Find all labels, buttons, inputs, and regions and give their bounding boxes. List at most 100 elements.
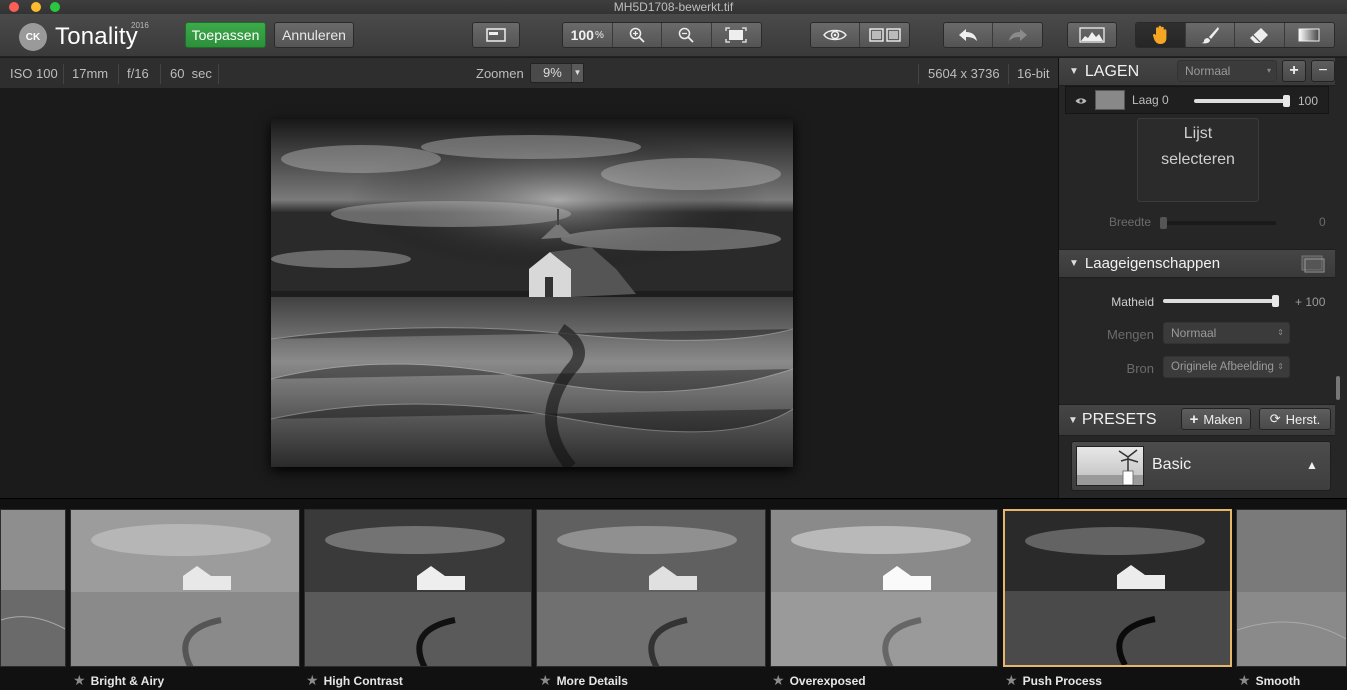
make-preset-button[interactable]: + Maken: [1181, 408, 1251, 430]
presets-title: PRESETS: [1081, 411, 1157, 428]
list-select-line1: Lijst: [1183, 125, 1213, 142]
star-icon[interactable]: ★: [73, 672, 86, 689]
opacity-value: + 100: [1295, 295, 1326, 309]
fit-to-screen-icon[interactable]: [711, 23, 761, 47]
zoom-select[interactable]: 9% ▼: [530, 63, 584, 83]
gradient-tool-icon[interactable]: [1284, 23, 1334, 47]
list-select-button[interactable]: Lijst selecteren: [1137, 118, 1259, 202]
preset-thumbnail[interactable]: [0, 509, 66, 667]
chevron-down-icon: ▾: [1266, 66, 1271, 75]
chevron-down-icon: ▼: [571, 64, 583, 82]
zoom-group: 100%: [562, 22, 762, 48]
split-view-icon[interactable]: [473, 23, 519, 47]
redo-icon[interactable]: [993, 23, 1042, 47]
layer-opacity-value: 100: [1298, 94, 1319, 108]
preset-filmstrip: ★ Bright & Airy ★ High Contrast ★ More Deta…: [0, 498, 1347, 690]
split-view-group: [472, 22, 520, 48]
preset-label[interactable]: ★ Overexposed: [772, 672, 866, 689]
panel-scrollbar[interactable]: [1336, 376, 1340, 400]
preset-label[interactable]: ★ Push Process: [1005, 672, 1102, 689]
preset-category-card[interactable]: Basic ▲: [1071, 441, 1331, 491]
updown-chevron-icon: ⇕: [1277, 362, 1284, 371]
preset-category-name: Basic: [1152, 456, 1192, 473]
preset-thumbnail[interactable]: [70, 509, 300, 667]
app-name: Tonality: [55, 23, 138, 50]
collapse-triangle-icon: ▼: [1069, 258, 1079, 269]
layer-mask-icon[interactable]: [1301, 255, 1325, 276]
layer-blend-mode-value: Normaal: [1185, 64, 1231, 78]
layer-properties-header[interactable]: ▼ Laageigenschappen: [1059, 249, 1335, 278]
preset-thumbnail[interactable]: [1236, 509, 1347, 667]
preview-eye-icon[interactable]: [811, 23, 861, 47]
focal-length-value: 17mm: [72, 66, 109, 81]
refresh-icon: ⟳: [1269, 411, 1281, 426]
preset-thumbnail[interactable]: [536, 509, 766, 667]
opacity-slider[interactable]: [1163, 295, 1279, 307]
info-divider: [1008, 64, 1009, 84]
zoom-100-button[interactable]: 100%: [563, 23, 613, 47]
undo-icon[interactable]: [944, 23, 994, 47]
image-dimensions: 5604 x 3736: [928, 66, 1000, 81]
width-slider[interactable]: [1160, 217, 1276, 229]
right-panel: ▼ LAGEN Normaal ▾ + − Laag 0 100 Lijst s…: [1058, 58, 1347, 498]
eraser-tool-icon[interactable]: [1235, 23, 1285, 47]
slider-handle[interactable]: [1283, 95, 1290, 107]
reset-preset-label: Herst.: [1285, 411, 1321, 427]
info-divider: [918, 64, 919, 84]
remove-layer-button[interactable]: −: [1311, 60, 1335, 82]
histogram-icon[interactable]: [1068, 23, 1116, 47]
info-divider: [118, 64, 119, 84]
star-icon[interactable]: ★: [1238, 672, 1251, 689]
window-titlebar: MH5D1708-bewerkt.tif: [0, 0, 1347, 14]
source-select[interactable]: Originele Afbeelding ⇕: [1163, 356, 1290, 378]
history-group: [943, 22, 1043, 48]
slider-handle[interactable]: [1160, 217, 1167, 229]
hand-tool-icon[interactable]: [1136, 23, 1186, 47]
blend-label: Mengen: [1107, 327, 1154, 342]
triangle-up-icon: ▲: [1306, 458, 1318, 472]
app-year: 2016: [131, 21, 149, 30]
preset-thumbnail-selected[interactable]: [1003, 509, 1232, 667]
blend-mode-select[interactable]: Normaal ⇕: [1163, 322, 1290, 344]
aperture-value: f/16: [127, 66, 149, 81]
layer-blend-mode-select[interactable]: Normaal ▾: [1177, 60, 1277, 82]
reset-preset-button[interactable]: ⟳ Herst.: [1259, 408, 1331, 430]
star-icon[interactable]: ★: [539, 672, 552, 689]
layer-opacity-slider[interactable]: [1194, 95, 1290, 107]
preset-label[interactable]: ★ Smooth: [1238, 672, 1300, 689]
list-select-line2: selecteren: [1161, 151, 1235, 168]
preset-category-thumbnail: [1076, 446, 1144, 486]
preset-thumbnail[interactable]: [304, 509, 532, 667]
collapse-triangle-icon: ▼: [1068, 414, 1078, 426]
layer-opacity-fill: [1194, 99, 1290, 103]
preset-label-text: Overexposed: [789, 673, 866, 688]
slider-handle[interactable]: [1272, 295, 1279, 307]
star-icon[interactable]: ★: [772, 672, 785, 689]
layer-row[interactable]: Laag 0 100: [1065, 86, 1329, 114]
ck-logo-badge: CK: [19, 23, 47, 51]
brush-tool-icon[interactable]: [1185, 23, 1235, 47]
layer-name: Laag 0: [1132, 93, 1169, 107]
apply-button[interactable]: Toepassen: [185, 22, 266, 48]
iso-value: ISO 100: [10, 66, 58, 81]
cancel-button[interactable]: Annuleren: [274, 22, 354, 48]
preset-thumbnail[interactable]: [770, 509, 998, 667]
histogram-group: [1067, 22, 1117, 48]
layer-visibility-eye-icon[interactable]: [1075, 93, 1087, 108]
info-divider: [160, 64, 161, 84]
add-layer-button[interactable]: +: [1282, 60, 1306, 82]
preset-label-text: Smooth: [1255, 673, 1301, 688]
compare-icon[interactable]: [860, 23, 909, 47]
star-icon[interactable]: ★: [1005, 672, 1018, 689]
tools-group: [1135, 22, 1335, 48]
width-label: Breedte: [1109, 215, 1152, 229]
image-canvas[interactable]: [0, 90, 1058, 498]
layer-thumbnail: [1095, 90, 1125, 110]
preset-label[interactable]: ★ High Contrast: [306, 672, 403, 689]
shutter-value: 60 sec: [170, 66, 212, 81]
zoom-in-icon[interactable]: [612, 23, 662, 47]
preset-label[interactable]: ★ Bright & Airy: [73, 672, 164, 689]
star-icon[interactable]: ★: [306, 672, 319, 689]
preset-label[interactable]: ★ More Details: [539, 672, 628, 689]
zoom-out-icon[interactable]: [662, 23, 712, 47]
